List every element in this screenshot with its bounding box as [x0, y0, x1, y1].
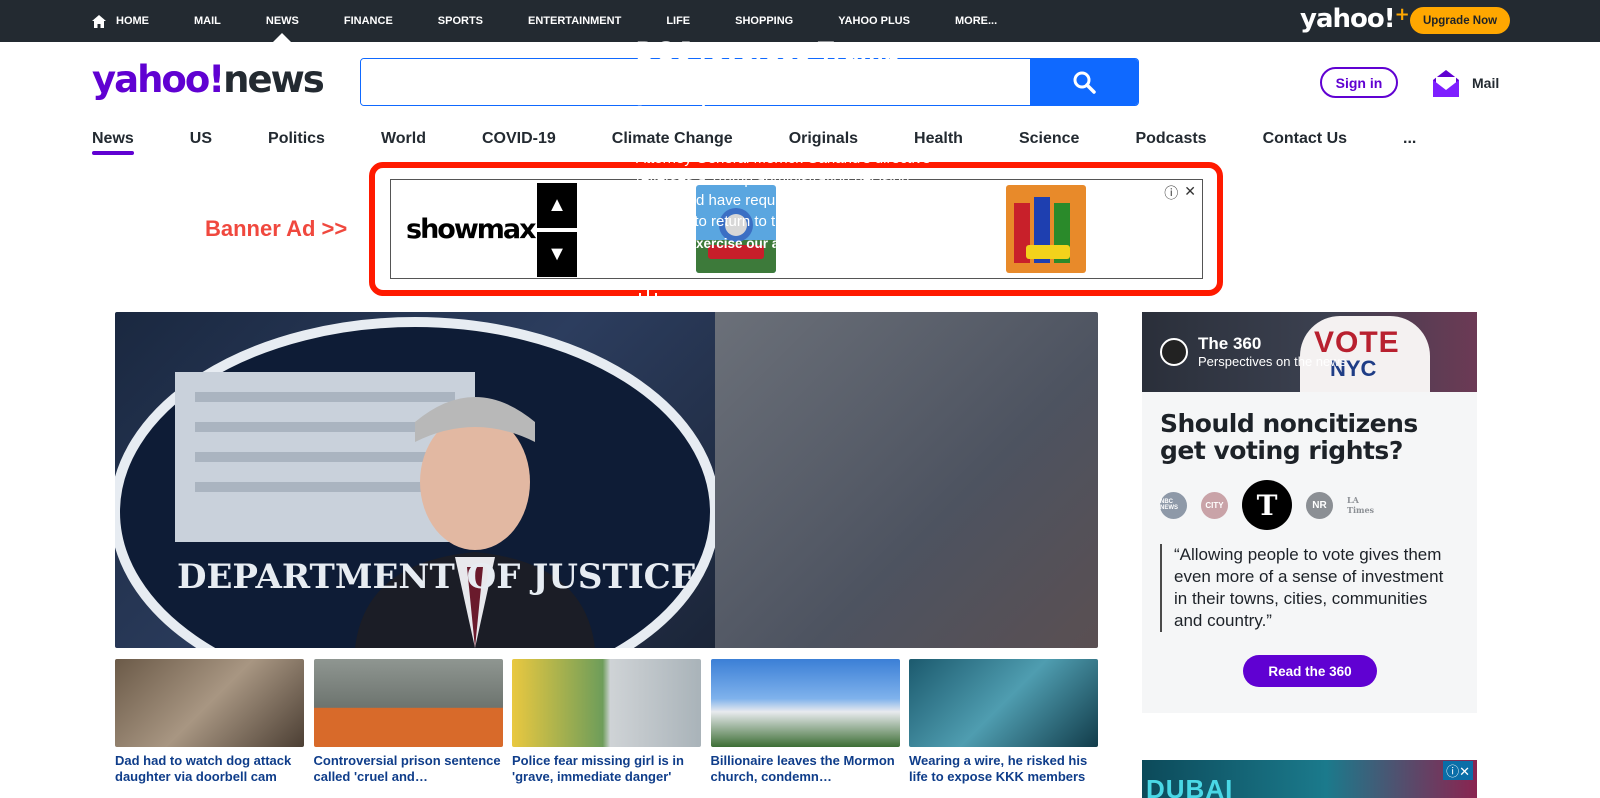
showmax-logo[interactable]: showmax [406, 214, 537, 245]
news-outlet-logos: NBC NEWS CITY T NR LA Times [1160, 480, 1388, 530]
hero-image[interactable]: DEPARTMENT OF JUSTICE [115, 312, 720, 648]
ad-scroll-up-button[interactable]: ▲ [537, 183, 577, 228]
upgrade-now-button[interactable]: Upgrade Now [1410, 7, 1510, 34]
la-times-logo[interactable]: LA Times [1347, 492, 1374, 519]
the-360-title: The 360 [1198, 334, 1262, 353]
ad-carousel-controls: ▲ ▼ [537, 183, 577, 277]
search-button[interactable] [1030, 59, 1138, 105]
nyt-logo[interactable]: T [1242, 480, 1292, 530]
read-the-360-button[interactable]: Read the 360 [1243, 655, 1377, 687]
hero-panel [715, 312, 1098, 648]
story-card-title[interactable]: Billionaire leaves the Mormon church, co… [711, 753, 900, 786]
the-360-logo-icon [1160, 338, 1188, 366]
story-card-image[interactable] [512, 659, 701, 747]
story-card-title[interactable]: Wearing a wire, he risked his life to ex… [909, 753, 1098, 786]
the-360-module: VOTE NYC The 360 Perspectives on the new… [1142, 312, 1477, 713]
yahoo-plus-logo[interactable]: yahoo!+ [1300, 4, 1410, 34]
topnav-news[interactable]: NEWS [266, 0, 299, 42]
mail-link[interactable]: Mail [1432, 68, 1499, 98]
ad-close-icon[interactable]: ✕ [1184, 183, 1196, 203]
story-card-title[interactable]: Police fear missing girl is in 'grave, i… [512, 753, 701, 786]
story-card[interactable]: Dad had to watch dog attack daughter via… [115, 659, 304, 786]
tab-more[interactable]: ... [1403, 130, 1416, 154]
story-card-image[interactable] [710, 659, 900, 747]
topnav-home[interactable]: HOME [92, 0, 149, 42]
tab-science[interactable]: Science [1019, 130, 1079, 154]
the-360-subtitle: Perspectives on the news [1198, 354, 1347, 369]
tab-world[interactable]: World [381, 130, 426, 154]
topnav-home-label: HOME [116, 15, 149, 27]
topnav-sports[interactable]: SPORTS [438, 0, 483, 42]
dubai-ad[interactable]: DUBAI ⓘ✕ [1142, 760, 1477, 798]
the-360-header[interactable]: VOTE NYC The 360 Perspectives on the new… [1142, 312, 1477, 392]
sign-in-button[interactable]: Sign in [1320, 67, 1398, 98]
yahoo-plus-logo-text: yahoo! [1300, 4, 1396, 34]
story-card-image[interactable] [909, 659, 1098, 747]
story-card-title[interactable]: Dad had to watch dog attack daughter via… [115, 753, 304, 786]
tab-covid-19[interactable]: COVID-19 [482, 130, 556, 154]
tab-us[interactable]: US [190, 130, 212, 154]
topnav-more[interactable]: MORE... [955, 0, 997, 42]
mail-icon [1433, 70, 1459, 97]
story-card[interactable]: Wearing a wire, he risked his life to ex… [909, 659, 1098, 786]
mail-label: Mail [1472, 75, 1500, 91]
plus-icon: + [1394, 4, 1410, 25]
story-card[interactable]: Police fear missing girl is in 'grave, i… [512, 659, 701, 786]
tab-contact-us[interactable]: Contact Us [1263, 130, 1347, 154]
home-icon [92, 14, 106, 28]
story-card-image[interactable] [115, 659, 304, 747]
the-360-quote: “Allowing people to vote gives them even… [1160, 544, 1460, 632]
tab-news[interactable]: News [92, 130, 134, 155]
story-cards: Dad had to watch dog attack daughter via… [115, 659, 1108, 786]
ad-thumbnail-power-rangers[interactable] [1006, 185, 1086, 273]
banner-ad-annotation: Banner Ad >> [205, 216, 348, 241]
share-icon[interactable] [637, 282, 659, 306]
search-icon [1073, 71, 1096, 94]
yahoo-news-logo[interactable]: yahoo!news [92, 58, 325, 101]
city-logo[interactable]: CITY [1201, 491, 1228, 519]
ad-scroll-down-button[interactable]: ▼ [537, 232, 577, 277]
hero-read-more-link[interactable]: 'We will exercise our authority' » [636, 236, 844, 251]
story-card-title[interactable]: Controversial prison sentence called 'cr… [314, 753, 503, 786]
logo-yahoo: yahoo! [92, 58, 225, 101]
topnav-entertainment[interactable]: ENTERTAINMENT [528, 0, 621, 42]
nbc-news-logo[interactable]: NBC NEWS [1160, 491, 1187, 519]
story-card-image[interactable] [313, 659, 503, 747]
the-360-question[interactable]: Should noncitizens get voting rights? [1160, 410, 1470, 464]
ad-controls: ⓘ ✕ [1164, 183, 1196, 203]
hero-title[interactable]: DOJ reverses Trump decision on released … [636, 36, 936, 129]
ad-info-icon[interactable]: ⓘ [1164, 183, 1178, 203]
dubai-ad-text: DUBAI [1146, 774, 1234, 798]
tab-politics[interactable]: Politics [268, 130, 325, 154]
dubai-ad-close-icon[interactable]: ⓘ✕ [1443, 761, 1473, 780]
logo-news: news [223, 58, 325, 101]
story-card[interactable]: Billionaire leaves the Mormon church, co… [710, 659, 900, 786]
story-card[interactable]: Controversial prison sentence called 'cr… [313, 659, 503, 786]
topnav-mail[interactable]: MAIL [194, 0, 221, 42]
hero-description: Attorney General Merrick Garland's direc… [636, 150, 931, 230]
hero-image-caption: DEPARTMENT OF JUSTICE [177, 557, 697, 597]
hero-story[interactable]: DEPARTMENT OF JUSTICE [115, 312, 1098, 648]
topnav-finance[interactable]: FINANCE [344, 0, 393, 42]
tab-podcasts[interactable]: Podcasts [1135, 130, 1206, 154]
national-review-logo[interactable]: NR [1306, 491, 1333, 519]
